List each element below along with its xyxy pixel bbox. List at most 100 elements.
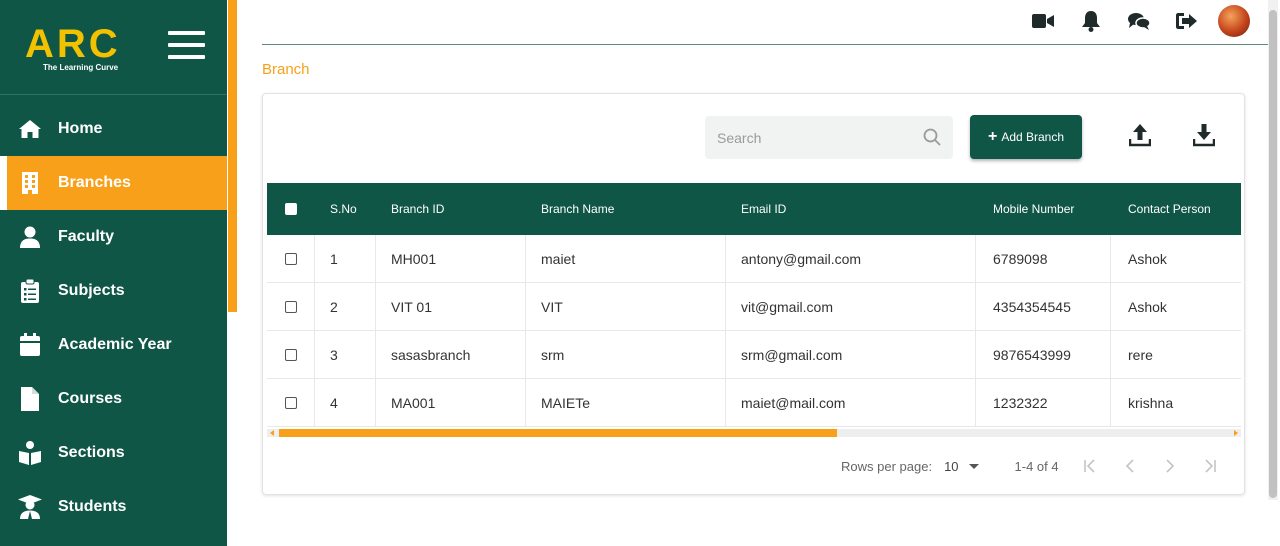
download-icon[interactable]: [1192, 123, 1216, 147]
graduate-icon: [18, 495, 42, 519]
building-icon: [18, 171, 42, 195]
header-select-cell: [267, 183, 315, 235]
sidebar-item-label: Students: [58, 498, 127, 515]
sidebar-item-label: Courses: [58, 390, 123, 407]
home-icon: [18, 117, 42, 141]
avatar[interactable]: [1218, 5, 1250, 37]
scroll-right-icon[interactable]: [1234, 430, 1238, 436]
sidebar-item-home[interactable]: Home: [0, 102, 227, 156]
sidebar-item-label: Branches: [58, 174, 131, 191]
cell-branch-id: MH001: [376, 235, 526, 282]
sidebar-item-label: Sections: [58, 444, 125, 461]
sidebar-scrollbar[interactable]: [228, 0, 237, 312]
table-row[interactable]: 2 VIT 01 VIT vit@gmail.com 4354354545 As…: [267, 283, 1241, 331]
cell-email: antony@gmail.com: [726, 235, 976, 282]
page-scrollbar[interactable]: [1268, 0, 1278, 500]
search-input[interactable]: [705, 116, 915, 159]
cell-mobile: 9876543999: [976, 331, 1111, 378]
upload-icon[interactable]: [1128, 123, 1152, 147]
cell-branch-id: sasasbranch: [376, 331, 526, 378]
video-icon[interactable]: [1032, 10, 1054, 32]
sidebar-item-label: Subjects: [58, 282, 125, 299]
rows-per-page-value: 10: [944, 458, 959, 474]
cell-email: vit@gmail.com: [726, 283, 976, 330]
row-checkbox[interactable]: [285, 396, 297, 409]
sidebar-item-sections[interactable]: Sections: [0, 426, 227, 480]
menu-toggle-icon[interactable]: [168, 31, 205, 59]
add-branch-label: Add Branch: [1001, 130, 1065, 144]
column-header[interactable]: Branch ID: [376, 183, 526, 235]
select-all-checkbox[interactable]: [285, 203, 297, 215]
rows-per-page-label: Rows per page:: [841, 458, 933, 474]
brand: ARC The Learning Curve: [0, 0, 227, 95]
clipboard-icon: [18, 279, 42, 303]
rows-per-page-select[interactable]: 10: [944, 458, 979, 474]
logo: ARC: [25, 22, 121, 66]
chevron-down-icon: [968, 463, 979, 469]
logout-icon[interactable]: [1176, 10, 1198, 32]
row-checkbox[interactable]: [285, 252, 297, 265]
cell-sno: 1: [315, 235, 376, 282]
row-checkbox[interactable]: [285, 348, 297, 361]
sidebar-item-courses[interactable]: Courses: [0, 372, 227, 426]
calendar-icon: [18, 333, 42, 357]
sidebar-item-label: Faculty: [58, 228, 115, 245]
column-header[interactable]: S.No: [315, 183, 376, 235]
cell-sno: 4: [315, 379, 376, 426]
sidebar-item-students[interactable]: Students: [0, 480, 227, 534]
cell-branch-id: VIT 01: [376, 283, 526, 330]
search-icon[interactable]: [923, 128, 941, 146]
header-divider: [262, 44, 1268, 45]
cell-branch-id: MA001: [376, 379, 526, 426]
first-page-icon[interactable]: [1081, 457, 1099, 475]
add-branch-button[interactable]: + Add Branch: [970, 115, 1082, 159]
cell-contact: Ashok: [1128, 250, 1167, 267]
next-page-icon[interactable]: [1161, 457, 1179, 475]
sidebar-item-academic-year[interactable]: Academic Year: [0, 318, 227, 372]
search-box: [705, 116, 953, 159]
cell-email: maiet@mail.com: [726, 379, 976, 426]
column-header[interactable]: Branch Name: [526, 183, 726, 235]
cell-branch-name: VIT: [526, 283, 726, 330]
table-header: S.No Branch ID Branch Name Email ID Mobi…: [267, 183, 1241, 235]
column-header[interactable]: Mobile Number: [976, 183, 1111, 235]
user-icon: [18, 225, 42, 249]
sidebar-item-faculty[interactable]: Faculty: [0, 210, 227, 264]
app-root: ARC The Learning Curve Home Branches Fac…: [0, 0, 1280, 546]
table-row[interactable]: 1 MH001 maiet antony@gmail.com 6789098 A…: [267, 235, 1241, 283]
scroll-left-icon[interactable]: [270, 430, 274, 436]
plus-icon: +: [987, 128, 998, 145]
last-page-icon[interactable]: [1201, 457, 1219, 475]
branch-table-card: + Add Branch S.No Branch ID Branch Name …: [262, 93, 1245, 495]
sidebar-item-branches[interactable]: Branches: [0, 156, 227, 210]
cell-mobile: 6789098: [976, 235, 1111, 282]
column-header[interactable]: Email ID: [726, 183, 976, 235]
sidebar: ARC The Learning Curve Home Branches Fac…: [0, 0, 227, 546]
chat-icon[interactable]: [1128, 10, 1150, 32]
table-horizontal-scrollbar[interactable]: [267, 429, 1241, 437]
cell-sno: 3: [315, 331, 376, 378]
breadcrumb[interactable]: Branch: [262, 61, 310, 78]
previous-page-icon[interactable]: [1121, 457, 1139, 475]
column-header[interactable]: Contact Person: [1111, 183, 1241, 235]
cell-branch-name: MAIETe: [526, 379, 726, 426]
table-row[interactable]: 3 sasasbranch srm srm@gmail.com 98765439…: [267, 331, 1241, 379]
cell-mobile: 4354354545: [976, 283, 1111, 330]
cell-branch-name: srm: [526, 331, 726, 378]
scrollbar-thumb[interactable]: [279, 429, 837, 437]
row-checkbox[interactable]: [285, 300, 297, 313]
reader-icon: [18, 441, 42, 465]
cell-branch-name: maiet: [526, 235, 726, 282]
sidebar-item-subjects[interactable]: Subjects: [0, 264, 227, 318]
table-row[interactable]: 4 MA001 MAIETe maiet@mail.com 1232322 kr…: [267, 379, 1241, 427]
cell-sno: 2: [315, 283, 376, 330]
bell-icon[interactable]: [1080, 10, 1102, 32]
sidebar-nav: Home Branches Faculty Subjects Academic …: [0, 102, 227, 534]
cell-contact: krishna: [1128, 394, 1174, 411]
logo-tagline: The Learning Curve: [43, 63, 119, 72]
cell-contact: Ashok: [1128, 298, 1167, 315]
sidebar-item-label: Home: [58, 120, 103, 137]
pagination: Rows per page: 10 1-4 of 4: [841, 456, 1219, 476]
page-range: 1-4 of 4: [1014, 458, 1059, 474]
file-icon: [18, 387, 42, 411]
